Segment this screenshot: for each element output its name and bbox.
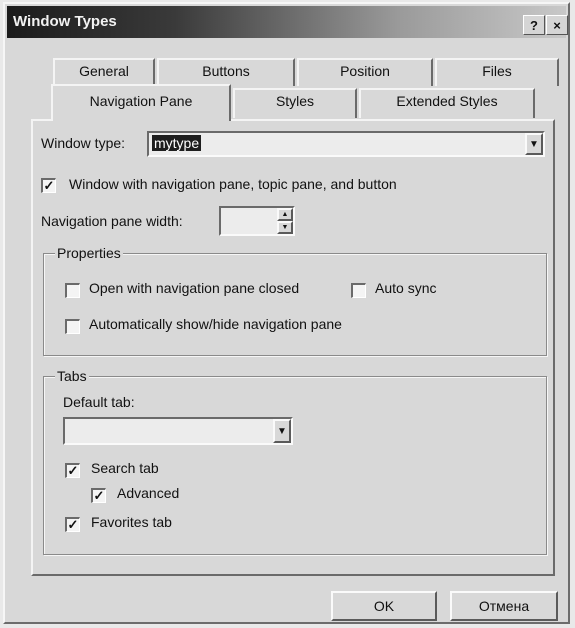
window-type-combobox[interactable]: mytype ▼ — [147, 131, 545, 157]
nav-width-label: Navigation pane width: — [41, 213, 183, 229]
favorites-tab-label: Favorites tab — [91, 514, 172, 530]
tab-styles[interactable]: Styles — [233, 88, 357, 118]
default-tab-combobox[interactable]: ▼ — [63, 417, 293, 445]
window-type-value: mytype — [152, 135, 202, 151]
search-tab-label: Search tab — [91, 460, 159, 476]
tab-extended-styles[interactable]: Extended Styles — [359, 88, 535, 118]
default-tab-label: Default tab: — [63, 394, 135, 410]
nav-pane-checkbox-label: Window with navigation pane, topic pane,… — [69, 176, 397, 192]
properties-group — [43, 253, 547, 356]
advanced-label: Advanced — [117, 485, 180, 501]
auto-sync-label: Auto sync — [375, 280, 437, 296]
chevron-down-icon[interactable]: ▼ — [525, 133, 543, 155]
ok-button[interactable]: OK — [331, 591, 437, 621]
tab-files[interactable]: Files — [435, 58, 559, 86]
tab-navigation-pane[interactable]: Navigation Pane — [51, 84, 231, 121]
open-closed-checkbox[interactable] — [65, 283, 80, 298]
chevron-down-icon[interactable]: ▼ — [273, 419, 291, 443]
navigation-pane-panel: Window type: mytype ▼ ✓ Window with navi… — [31, 119, 555, 576]
advanced-checkbox[interactable]: ✓ — [91, 488, 106, 503]
tab-position[interactable]: Position — [297, 58, 433, 86]
nav-width-spinner[interactable]: ▲ ▼ — [219, 206, 295, 236]
spin-up-icon[interactable]: ▲ — [277, 208, 293, 221]
dialog-window: Window Types ? × General Buttons Positio… — [3, 2, 570, 624]
auto-sync-checkbox[interactable] — [351, 283, 366, 298]
open-closed-label: Open with navigation pane closed — [89, 280, 300, 296]
properties-legend: Properties — [55, 245, 123, 261]
nav-pane-checkbox[interactable]: ✓ — [41, 178, 56, 193]
window-type-label: Window type: — [41, 135, 126, 151]
window-title: Window Types — [13, 13, 117, 30]
spin-down-icon[interactable]: ▼ — [277, 221, 293, 234]
favorites-tab-checkbox[interactable]: ✓ — [65, 517, 80, 532]
tab-buttons[interactable]: Buttons — [157, 58, 295, 86]
tabs-legend: Tabs — [55, 368, 89, 384]
help-button[interactable]: ? — [523, 15, 545, 35]
tab-general[interactable]: General — [53, 58, 155, 86]
title-bar[interactable]: Window Types ? × — [7, 6, 568, 38]
auto-show-hide-checkbox[interactable] — [65, 319, 80, 334]
auto-show-hide-label: Automatically show/hide navigation pane — [89, 316, 342, 332]
close-button[interactable]: × — [546, 15, 568, 35]
search-tab-checkbox[interactable]: ✓ — [65, 463, 80, 478]
cancel-button[interactable]: Отмена — [450, 591, 558, 621]
